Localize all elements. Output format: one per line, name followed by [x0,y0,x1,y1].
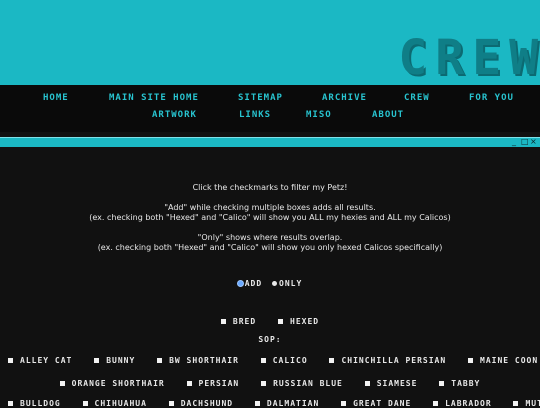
filter-hexed-checkbox[interactable]: HEXED [278,317,319,326]
site-logo: CREW [398,30,540,86]
add-explanation: "Add" while checking multiple boxes adds… [164,203,376,212]
filter-great-dane-checkbox[interactable]: GREAT DANE [341,399,411,408]
filter-maine-coon-checkbox[interactable]: MAINE COON [468,356,538,365]
checkbox-icon [364,381,370,386]
checkbox-icon [439,381,445,386]
checkbox-icon [278,319,283,324]
only-explanation: "Only" shows where results overlap. [197,233,343,242]
filter-bred-checkbox[interactable]: BRED [220,317,256,326]
checkbox-icon [94,358,100,363]
mode-only-radio[interactable]: ONLY [272,279,302,288]
filter-dalmatian-checkbox[interactable]: DALMATIAN [254,399,319,408]
checkbox-icon [260,358,266,363]
nav-artwork[interactable]: ARTWORK [152,110,197,120]
checkbox-icon [513,401,519,406]
filter-siamese-checkbox[interactable]: SIAMESE [364,379,418,388]
site-banner: CREW [0,0,540,86]
filter-chihuahua-checkbox[interactable]: CHIHUAHUA [82,399,147,408]
close-icon[interactable]: × [530,137,537,147]
maximize-icon[interactable]: □ [521,137,529,147]
checkbox-icon [254,401,260,406]
filter-persian-checkbox[interactable]: PERSIAN [186,379,240,388]
checkbox-icon [433,401,439,406]
filter-mutt-checkbox[interactable]: MUTT [513,399,540,408]
filter-dachshund-checkbox[interactable]: DACHSHUND [168,399,233,408]
mode-add-radio[interactable]: ADD [237,279,262,288]
checkbox-icon [157,358,163,363]
filter-tabby-checkbox[interactable]: TABBY [439,379,480,388]
checkbox-icon [220,319,226,324]
filter-mode-group: ADD ONLY [0,279,540,288]
filter-bulldog-checkbox[interactable]: BULLDOG [8,399,61,408]
filter-labrador-checkbox[interactable]: LABRADOR [433,399,492,408]
checkbox-icon [59,381,65,386]
minimize-icon[interactable]: _ [512,137,516,147]
checkbox-icon [8,401,13,406]
radio-selected-icon [237,281,243,286]
type-filter-row: BRED HEXED [0,317,540,326]
sop-label: SOP: [258,335,282,344]
nav-for-you[interactable]: FOR YOU [469,93,514,103]
filter-russian-blue-checkbox[interactable]: RUSSIAN BLUE [261,379,343,388]
filter-chinchilla-persian-checkbox[interactable]: CHINCHILLA PERSIAN [329,356,446,365]
checkbox-icon [82,401,88,406]
checkbox-icon [329,358,335,363]
checkbox-icon [186,381,192,386]
main-navigation: HOME MAIN SITE HOME SITEMAP ARCHIVE CREW… [0,85,540,132]
sop-row-2: ORANGE SHORTHAIR PERSIAN RUSSIAN BLUE SI… [0,379,540,388]
radio-unselected-icon [272,281,277,286]
nav-about[interactable]: ABOUT [372,110,404,120]
filter-orange-shorthair-checkbox[interactable]: ORANGE SHORTHAIR [59,379,165,388]
nav-crew[interactable]: CREW [404,93,430,103]
filter-bw-shorthair-checkbox[interactable]: BW SHORTHAIR [157,356,239,365]
checkbox-icon [468,358,473,363]
filter-calico-checkbox[interactable]: CALICO [260,356,308,365]
add-example: (ex. checking both "Hexed" and "Calico" … [89,213,451,222]
checkbox-icon [261,381,267,386]
filter-bunny-checkbox[interactable]: BUNNY [94,356,135,365]
nav-home[interactable]: HOME [43,93,69,103]
only-example: (ex. checking both "Hexed" and "Calico" … [97,243,443,252]
intro-instruction: Click the checkmarks to filter my Petz! [192,183,348,192]
checkbox-icon [341,401,347,406]
sop-row-3: BULLDOG CHIHUAHUA DACHSHUND DALMATIAN GR… [0,399,540,408]
nav-miso[interactable]: MISO [306,110,332,120]
nav-links[interactable]: LINKS [239,110,271,120]
nav-main-site-home[interactable]: MAIN SITE HOME [109,93,199,103]
nav-archive[interactable]: ARCHIVE [322,93,367,103]
checkbox-icon [168,401,174,406]
sop-row-1: ALLEY CAT BUNNY BW SHORTHAIR CALICO CHIN… [0,356,540,365]
checkbox-icon [8,358,13,363]
nav-sitemap[interactable]: SITEMAP [238,93,283,103]
filter-alley-cat-checkbox[interactable]: ALLEY CAT [8,356,72,365]
